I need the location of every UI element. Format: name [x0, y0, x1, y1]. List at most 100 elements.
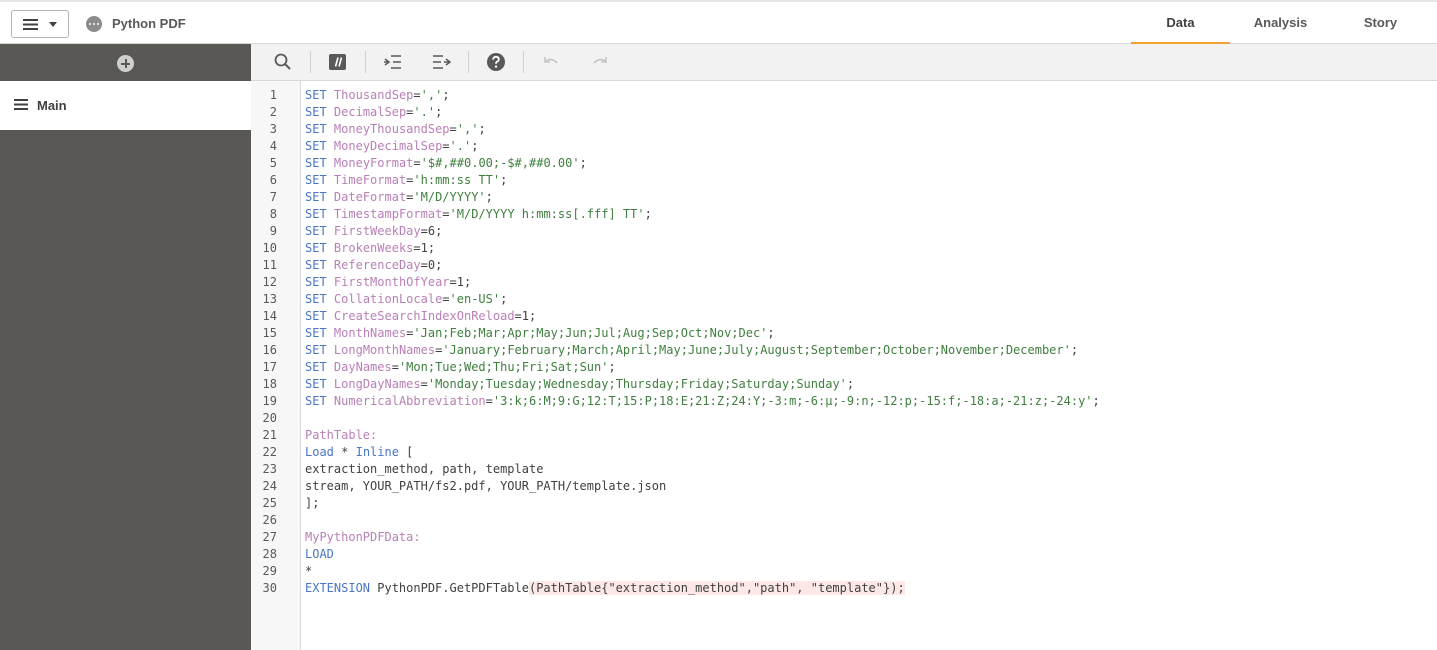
code-token: LOAD [305, 547, 334, 561]
code-line[interactable]: 13 SET CollationLocale='en-US'; [251, 291, 1437, 308]
code-line[interactable]: 27 MyPythonPDFData: [251, 529, 1437, 546]
search-icon[interactable] [273, 52, 293, 72]
code-text[interactable]: SET MonthNames='Jan;Feb;Mar;Apr;May;Jun;… [305, 325, 775, 342]
code-text[interactable]: LOAD [305, 546, 334, 563]
code-text[interactable]: SET MoneyThousandSep=','; [305, 121, 486, 138]
script-editor[interactable]: 1 SET ThousandSep=','; 2 SET DecimalSep='.'… [251, 81, 1437, 650]
code-text[interactable]: SET FirstMonthOfYear=1; [305, 274, 471, 291]
code-token: DecimalSep [333, 105, 407, 119]
code-text[interactable]: SET TimestampFormat='M/D/YYYY h:mm:ss[.f… [305, 206, 652, 223]
tab-story[interactable]: Story [1331, 2, 1430, 44]
code-text[interactable]: SET DecimalSep='.'; [305, 104, 442, 121]
help-icon[interactable] [486, 52, 506, 72]
code-text[interactable]: SET NumericalAbbreviation='3:k;6:M;9:G;1… [305, 393, 1100, 410]
code-token: =0; [420, 258, 443, 272]
indent-icon[interactable] [383, 52, 403, 72]
line-number: 17 [262, 360, 277, 374]
code-token: = [413, 156, 421, 170]
code-text[interactable]: SET LongMonthNames='January;February;Mar… [305, 342, 1078, 359]
code-token: SET [305, 224, 327, 238]
comment-icon[interactable] [328, 52, 348, 72]
code-token: PythonPDF.GetPDFTable [370, 581, 529, 595]
code-line[interactable]: 8 SET TimestampFormat='M/D/YYYY h:mm:ss[.… [251, 206, 1437, 223]
code-text[interactable]: ]; [305, 495, 319, 512]
redo-icon[interactable] [590, 52, 610, 72]
line-number: 29 [262, 564, 277, 578]
outdent-icon[interactable] [431, 52, 451, 72]
code-line[interactable]: 21 PathTable: [251, 427, 1437, 444]
code-line[interactable]: 24 stream, YOUR_PATH/fs2.pdf, YOUR_PATH/t… [251, 478, 1437, 495]
code-token: = [391, 360, 399, 374]
code-line[interactable]: 30 EXTENSION PythonPDF.GetPDFTable(PathTa… [251, 580, 1437, 597]
code-token: * [305, 564, 313, 578]
code-text[interactable]: SET BrokenWeeks=1; [305, 240, 435, 257]
code-text[interactable]: SET ThousandSep=','; [305, 87, 450, 104]
code-token: = [413, 88, 421, 102]
code-text[interactable]: SET MoneyFormat='$#,##0.00;-$#,##0.00'; [305, 155, 587, 172]
code-line[interactable]: 14 SET CreateSearchIndexOnReload=1; [251, 308, 1437, 325]
code-text[interactable]: extraction_method, path, template [305, 461, 543, 478]
code-line[interactable]: 6 SET TimeFormat='h:mm:ss TT'; [251, 172, 1437, 189]
code-line[interactable]: 4 SET MoneyDecimalSep='.'; [251, 138, 1437, 155]
code-text[interactable]: SET ReferenceDay=0; [305, 257, 442, 274]
code-token: '$#,##0.00;-$#,##0.00' [420, 156, 580, 170]
code-token: ; [435, 105, 443, 119]
global-menu-button[interactable] [11, 10, 69, 38]
code-line[interactable]: 28 LOAD [251, 546, 1437, 563]
line-number: 3 [269, 122, 277, 136]
code-token: SET [305, 326, 327, 340]
code-line[interactable]: 3 SET MoneyThousandSep=','; [251, 121, 1437, 138]
code-line[interactable]: 25]; [251, 495, 1437, 512]
code-line[interactable]: 23 extraction_method, path, template [251, 461, 1437, 478]
line-number: 2 [269, 105, 277, 119]
code-text[interactable]: SET LongDayNames='Monday;Tuesday;Wednesd… [305, 376, 854, 393]
code-line[interactable]: 5 SET MoneyFormat='$#,##0.00;-$#,##0.00'; [251, 155, 1437, 172]
code-line[interactable]: 17 SET DayNames='Mon;Tue;Wed;Thu;Fri;Sat;… [251, 359, 1437, 376]
code-text[interactable]: MyPythonPDFData: [305, 529, 421, 546]
code-text[interactable]: PathTable: [305, 427, 377, 444]
code-line[interactable]: 7 SET DateFormat='M/D/YYYY'; [251, 189, 1437, 206]
code-line[interactable]: 26 [251, 512, 1437, 529]
code-text[interactable]: stream, YOUR_PATH/fs2.pdf, YOUR_PATH/tem… [305, 478, 666, 495]
code-text[interactable]: * [305, 563, 312, 580]
undo-icon[interactable] [541, 52, 561, 72]
code-text[interactable]: SET CollationLocale='en-US'; [305, 291, 507, 308]
plus-circle-icon[interactable] [117, 55, 134, 72]
code-token: * [333, 445, 356, 459]
code-text[interactable]: SET TimeFormat='h:mm:ss TT'; [305, 172, 507, 189]
code-token: =6; [420, 224, 443, 238]
code-line[interactable]: 2 SET DecimalSep='.'; [251, 104, 1437, 121]
code-token: ; [767, 326, 775, 340]
code-line[interactable]: 19 SET NumericalAbbreviation='3:k;6:M;9:G… [251, 393, 1437, 410]
code-line[interactable]: 12 SET FirstMonthOfYear=1; [251, 274, 1437, 291]
code-line[interactable]: 10 SET BrokenWeeks=1; [251, 240, 1437, 257]
code-token: SET [305, 156, 327, 170]
code-text[interactable]: SET MoneyDecimalSep='.'; [305, 138, 478, 155]
code-line[interactable]: 22 Load * Inline [ [251, 444, 1437, 461]
section-item-main[interactable]: Main [0, 81, 251, 130]
code-text[interactable]: Load * Inline [ [305, 444, 413, 461]
code-token: ; [471, 139, 479, 153]
code-line[interactable]: 11 SET ReferenceDay=0; [251, 257, 1437, 274]
code-line[interactable]: 15 SET MonthNames='Jan;Feb;Mar;Apr;May;Ju… [251, 325, 1437, 342]
code-line[interactable]: 16 SET LongMonthNames='January;February;M… [251, 342, 1437, 359]
code-line[interactable]: 9 SET FirstWeekDay=6; [251, 223, 1437, 240]
code-text[interactable]: SET DateFormat='M/D/YYYY'; [305, 189, 493, 206]
code-text[interactable]: SET DayNames='Mon;Tue;Wed;Thu;Fri;Sat;Su… [305, 359, 616, 376]
code-text[interactable]: SET FirstWeekDay=6; [305, 223, 442, 240]
tab-data[interactable]: Data [1131, 2, 1230, 44]
code-line[interactable]: 29 * [251, 563, 1437, 580]
code-line[interactable]: 1 SET ThousandSep=','; [251, 87, 1437, 104]
code-line[interactable]: 20 [251, 410, 1437, 427]
code-token: ; [442, 88, 450, 102]
code-text[interactable]: SET CreateSearchIndexOnReload=1; [305, 308, 536, 325]
code-text[interactable]: EXTENSION PythonPDF.GetPDFTable(PathTabl… [305, 580, 905, 597]
line-number: 15 [262, 326, 277, 340]
code-token: 'M/D/YYYY' [413, 190, 486, 204]
code-line[interactable]: 18 SET LongDayNames='Monday;Tuesday;Wedne… [251, 376, 1437, 393]
tab-analysis[interactable]: Analysis [1231, 2, 1330, 44]
